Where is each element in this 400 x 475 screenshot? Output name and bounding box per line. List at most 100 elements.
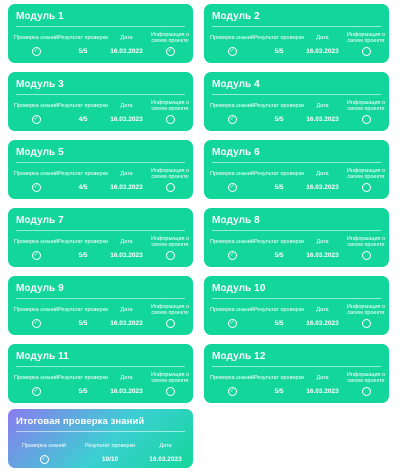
- knowledge-check-cell: Проверка знаний ✓: [209, 301, 255, 333]
- module-card-11[interactable]: Модуль 11 Проверка знаний ✓ Результат пр…: [8, 344, 193, 403]
- check-result-cell: Результат проверки 5/5: [253, 301, 305, 333]
- knowledge-check-label: Проверка знаний: [14, 306, 58, 313]
- module-card-10[interactable]: Модуль 10 Проверка знаний ✓ Результат пр…: [204, 276, 389, 335]
- date-value: 16.03.2023: [110, 320, 143, 327]
- date-value: 16.03.2023: [306, 320, 339, 327]
- check-icon: ✓: [229, 115, 235, 122]
- module-card-12[interactable]: Модуль 12 Проверка знаний ✓ Результат пр…: [204, 344, 389, 403]
- project-info-cell[interactable]: Информация о своем проекте: [343, 165, 389, 197]
- empty-circle-icon[interactable]: [361, 387, 371, 396]
- empty-circle-icon[interactable]: [165, 251, 175, 260]
- check-result-cell: Результат проверки 4/5: [57, 97, 109, 129]
- date-label: Дата: [120, 170, 133, 177]
- module-title: Модуль 12: [212, 351, 266, 362]
- module-card-7[interactable]: Модуль 7 Проверка знаний ✓ Результат про…: [8, 208, 193, 267]
- divider: [212, 26, 381, 27]
- date-cell: Дата 16.03.2023: [103, 233, 150, 265]
- final-knowledge-label: Проверка знаний: [22, 442, 66, 449]
- date-cell: Дата 16.03.2023: [103, 29, 150, 61]
- check-icon: ✓: [41, 455, 47, 462]
- empty-circle-icon[interactable]: [361, 183, 371, 192]
- knowledge-check-label: Проверка знаний: [14, 238, 58, 245]
- check-circle-icon[interactable]: ✓: [165, 47, 175, 56]
- empty-circle-icon[interactable]: [361, 115, 371, 124]
- project-info-cell[interactable]: Информация о своем проекте: [147, 301, 193, 333]
- project-info-cell[interactable]: Информация о своем проекте: [147, 369, 193, 401]
- date-label: Дата: [120, 374, 133, 381]
- module-card-3[interactable]: Модуль 3 Проверка знаний ✓ Результат про…: [8, 72, 193, 131]
- module-card-4[interactable]: Модуль 4 Проверка знаний ✓ Результат про…: [204, 72, 389, 131]
- date-label: Дата: [120, 238, 133, 245]
- project-info-cell[interactable]: Информация о своем проекте: [147, 165, 193, 197]
- divider: [16, 230, 185, 231]
- project-info-cell[interactable]: Информация о своем проекте: [343, 233, 389, 265]
- date-label: Дата: [316, 170, 329, 177]
- date-value: 16.03.2023: [110, 252, 143, 259]
- module-card-1[interactable]: Модуль 1 Проверка знаний ✓ Результат про…: [8, 4, 193, 63]
- check-result-value: 5/5: [78, 388, 88, 395]
- check-circle-icon: ✓: [227, 47, 237, 56]
- check-icon: ✓: [229, 183, 235, 190]
- knowledge-check-cell: Проверка знаний ✓: [13, 97, 59, 129]
- knowledge-check-label: Проверка знаний: [210, 238, 254, 245]
- empty-circle-icon[interactable]: [165, 387, 175, 396]
- project-info-cell[interactable]: Информация о своем проекте: [343, 301, 389, 333]
- project-info-cell[interactable]: Информация о своем проекте: [343, 29, 389, 61]
- check-result-label: Результат проверки: [57, 102, 109, 109]
- date-label: Дата: [316, 238, 329, 245]
- empty-circle-icon[interactable]: [361, 251, 371, 260]
- empty-circle-icon[interactable]: [361, 47, 371, 56]
- module-title: Модуль 2: [212, 11, 260, 22]
- knowledge-check-cell: Проверка знаний ✓: [13, 29, 59, 61]
- check-circle-icon: ✓: [31, 387, 41, 396]
- check-result-cell: Результат проверки 5/5: [253, 97, 305, 129]
- date-cell: Дата 16.03.2023: [103, 97, 150, 129]
- date-label: Дата: [316, 102, 329, 109]
- module-card-2[interactable]: Модуль 2 Проверка знаний ✓ Результат про…: [204, 4, 389, 63]
- check-result-label: Результат проверки: [57, 34, 109, 41]
- empty-circle-icon[interactable]: [165, 183, 175, 192]
- final-check-card[interactable]: Итоговая проверка знаний Проверка знаний ✓…: [8, 409, 193, 468]
- date-value: 16.03.2023: [306, 48, 339, 55]
- check-result-label: Результат проверки: [57, 374, 109, 381]
- date-cell: Дата 16.03.2023: [299, 369, 346, 401]
- project-info-label: Информация о своем проекте: [150, 99, 190, 112]
- date-cell: Дата 16.03.2023: [299, 97, 346, 129]
- check-result-label: Результат проверки: [57, 238, 109, 245]
- check-circle-icon: ✓: [227, 251, 237, 260]
- module-title: Модуль 8: [212, 215, 260, 226]
- divider: [16, 366, 185, 367]
- check-circle-icon: ✓: [31, 319, 41, 328]
- date-label: Дата: [316, 374, 329, 381]
- empty-circle-icon[interactable]: [165, 115, 175, 124]
- date-label: Дата: [316, 306, 329, 313]
- check-icon: ✓: [229, 387, 235, 394]
- module-card-9[interactable]: Модуль 9 Проверка знаний ✓ Результат про…: [8, 276, 193, 335]
- check-result-label: Результат проверки: [253, 102, 305, 109]
- date-cell: Дата 16.03.2023: [299, 29, 346, 61]
- check-icon: ✓: [33, 319, 39, 326]
- module-title: Модуль 6: [212, 147, 260, 158]
- knowledge-check-cell: Проверка знаний ✓: [209, 165, 255, 197]
- date-cell: Дата 16.03.2023: [103, 369, 150, 401]
- check-icon: ✓: [33, 115, 39, 122]
- project-info-cell[interactable]: Информация о своем проекте: [147, 233, 193, 265]
- project-info-cell[interactable]: Информация о своем проекте: [147, 97, 193, 129]
- module-card-8[interactable]: Модуль 8 Проверка знаний ✓ Результат про…: [204, 208, 389, 267]
- check-result-cell: Результат проверки 5/5: [253, 369, 305, 401]
- empty-circle-icon[interactable]: [361, 319, 371, 328]
- module-card-5[interactable]: Модуль 5 Проверка знаний ✓ Результат про…: [8, 140, 193, 199]
- check-result-value: 5/5: [274, 184, 284, 191]
- knowledge-check-label: Проверка знаний: [210, 306, 254, 313]
- module-card-6[interactable]: Модуль 6 Проверка знаний ✓ Результат про…: [204, 140, 389, 199]
- project-info-cell[interactable]: Информация о своем проекте: [343, 369, 389, 401]
- date-value: 16.03.2023: [110, 116, 143, 123]
- project-info-cell[interactable]: Информация о своем проекте ✓: [147, 29, 193, 61]
- date-value: 16.03.2023: [306, 252, 339, 259]
- module-title: Модуль 10: [212, 283, 266, 294]
- empty-circle-icon[interactable]: [165, 319, 175, 328]
- check-result-cell: Результат проверки 5/5: [253, 233, 305, 265]
- knowledge-check-label: Проверка знаний: [210, 34, 254, 41]
- project-info-label: Информация о своем проекте: [150, 167, 190, 180]
- project-info-cell[interactable]: Информация о своем проекте: [343, 97, 389, 129]
